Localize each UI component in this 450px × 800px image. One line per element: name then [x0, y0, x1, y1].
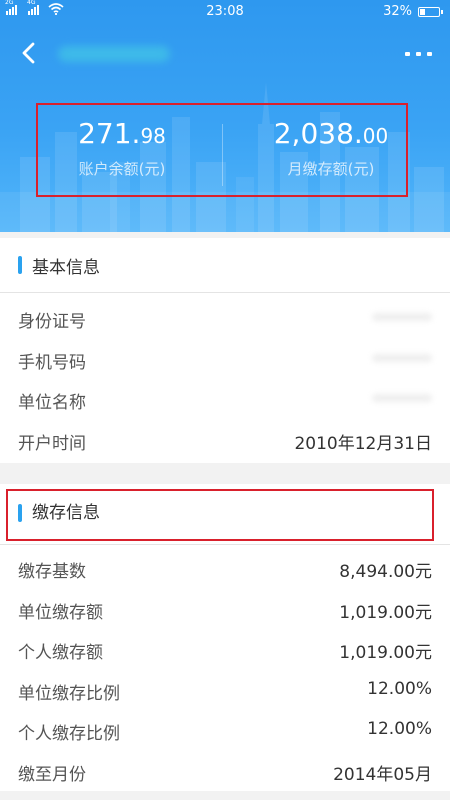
monthly-label: 月缴存额(元) — [287, 160, 375, 178]
monthly-int: 2,038. — [273, 117, 363, 150]
monthly-value: 2,038.00 — [256, 118, 406, 152]
row-value: 2010年12月31日 — [294, 433, 432, 454]
row-label: 单位缴存比例 — [18, 683, 120, 704]
balance-int: 271. — [78, 117, 141, 150]
nav-bar — [0, 36, 450, 70]
list-item: 开户时间 2010年12月31日 — [0, 419, 450, 460]
monthly-dec: 00 — [362, 124, 389, 148]
battery-percent: 32% — [383, 4, 412, 19]
row-label: 身份证号 — [18, 312, 86, 332]
list-item: 单位名称 — [0, 378, 450, 419]
battery-icon — [418, 6, 443, 17]
more-dots-icon[interactable] — [404, 44, 434, 62]
header: 2G 4G 23:08 32% 271.98 账户余额(元) 2,038.00 … — [0, 0, 450, 232]
list-item: 缴至月份 2014年05月 — [0, 750, 450, 791]
row-label: 单位名称 — [18, 393, 86, 413]
list-item: 手机号码 — [0, 338, 450, 379]
row-value: 2014年05月 — [333, 764, 432, 785]
redacted-value — [372, 394, 432, 402]
section-accent-bar — [18, 256, 22, 274]
stat-divider — [222, 124, 223, 186]
balance-label: 账户余额(元) — [78, 160, 166, 178]
row-value: 1,019.00元 — [339, 602, 432, 623]
redacted-value — [372, 353, 432, 362]
list-item: 单位缴存比例 12.00% — [0, 669, 450, 710]
balance-stat: 271.98 账户余额(元) — [47, 118, 197, 179]
basic-info-rows: 身份证号 手机号码 单位名称 开户时间 2010年12月31日 — [0, 293, 450, 459]
row-label: 单位缴存额 — [18, 602, 103, 623]
row-value: 12.00% — [367, 678, 432, 699]
row-value: 8,494.00元 — [339, 562, 432, 582]
balance-dec: 98 — [140, 124, 166, 148]
list-item: 缴存基数 8,494.00元 — [0, 547, 450, 588]
payment-info-header: 缴存信息 — [0, 484, 450, 545]
section-accent-bar — [18, 504, 22, 522]
redacted-title — [58, 46, 170, 62]
payment-info-title: 缴存信息 — [32, 503, 100, 523]
list-item: 个人缴存比例 12.00% — [0, 709, 450, 750]
basic-info-header: 基本信息 — [0, 238, 450, 293]
list-item: 单位缴存额 1,019.00元 — [0, 588, 450, 629]
payment-info-card: 缴存信息 缴存基数 8,494.00元 单位缴存额 1,019.00元 个人缴存… — [0, 484, 450, 791]
row-label: 缴至月份 — [18, 764, 86, 785]
redacted-value — [372, 313, 432, 321]
row-label: 开户时间 — [18, 433, 86, 454]
basic-info-title: 基本信息 — [32, 258, 100, 278]
chevron-left-icon[interactable] — [18, 40, 40, 66]
row-label: 缴存基数 — [18, 562, 86, 582]
list-item: 个人缴存额 1,019.00元 — [0, 628, 450, 669]
payment-info-rows: 缴存基数 8,494.00元 单位缴存额 1,019.00元 个人缴存额 1,0… — [0, 545, 450, 790]
status-bar: 2G 4G 23:08 32% — [0, 0, 450, 24]
battery-fill — [420, 8, 425, 15]
monthly-stat: 2,038.00 月缴存额(元) — [256, 118, 406, 179]
status-right: 32% — [383, 4, 443, 19]
basic-info-card: 基本信息 身份证号 手机号码 单位名称 开户时间 2010年12月31日 — [0, 238, 450, 463]
balance-value: 271.98 — [47, 118, 197, 152]
row-value: 1,019.00元 — [339, 643, 432, 663]
row-label: 手机号码 — [18, 352, 86, 373]
list-item: 身份证号 — [0, 297, 450, 338]
row-label: 个人缴存比例 — [18, 724, 120, 744]
row-label: 个人缴存额 — [18, 643, 103, 663]
row-value: 12.00% — [367, 719, 432, 739]
